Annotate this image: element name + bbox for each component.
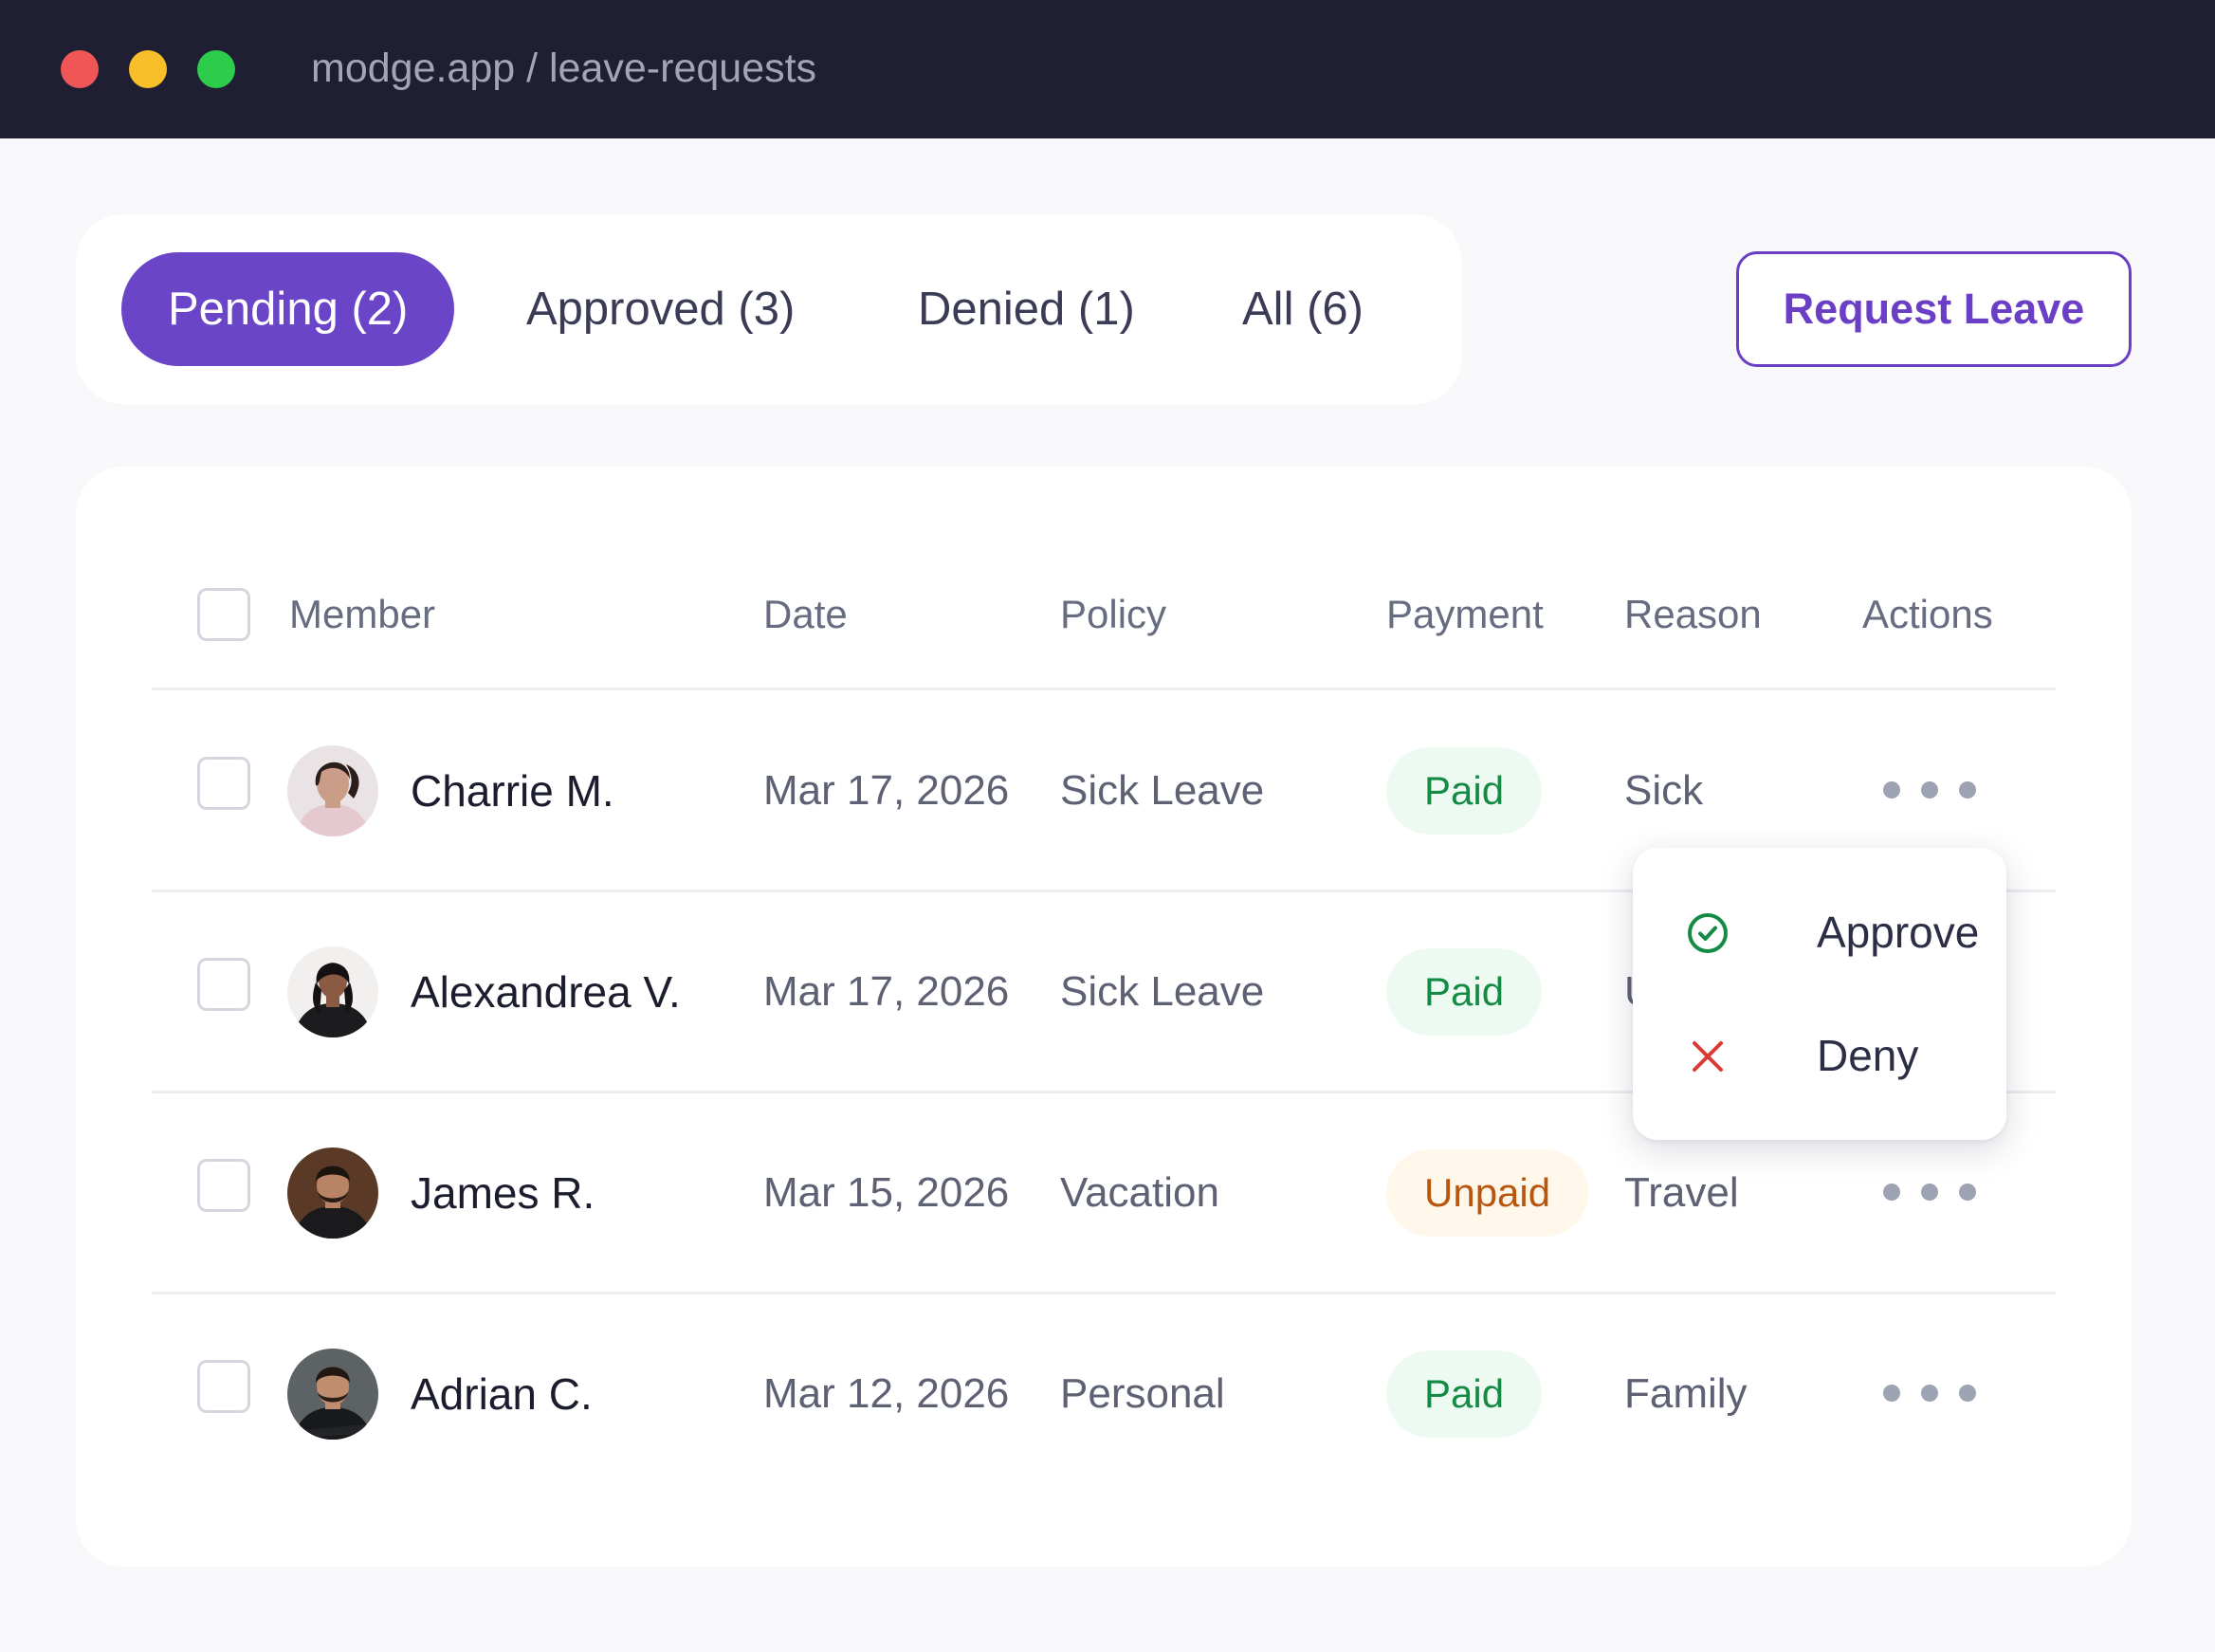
more-dot-icon bbox=[1883, 1385, 1900, 1402]
row-checkbox[interactable] bbox=[197, 958, 250, 1011]
row-actions-button[interactable] bbox=[1883, 1373, 1978, 1411]
tab-denied[interactable]: Denied (1) bbox=[918, 252, 1135, 366]
member-name: Alexandrea V. bbox=[411, 967, 681, 1017]
member-name: Adrian C. bbox=[411, 1369, 593, 1419]
row-checkbox[interactable] bbox=[197, 1360, 250, 1413]
more-dot-icon bbox=[1921, 781, 1938, 798]
status-tabs: Pending (2) Approved (3) Denied (1) All … bbox=[76, 214, 1462, 404]
browser-titlebar: modge.app / leave-requests bbox=[0, 0, 2215, 138]
maximize-window-button[interactable] bbox=[197, 50, 235, 88]
column-header-date[interactable]: Date bbox=[763, 590, 848, 639]
more-dot-icon bbox=[1883, 781, 1900, 798]
leave-policy: Sick Leave bbox=[1060, 767, 1265, 814]
minimize-window-button[interactable] bbox=[129, 50, 167, 88]
deny-label: Deny bbox=[1817, 1031, 1919, 1080]
leave-reason: Sick bbox=[1624, 767, 1704, 814]
request-leave-button[interactable]: Request Leave bbox=[1736, 251, 2132, 367]
payment-badge: Paid bbox=[1386, 1350, 1543, 1438]
leave-date: Mar 17, 2026 bbox=[763, 767, 1010, 814]
leave-reason: Family bbox=[1624, 1370, 1748, 1417]
address-url[interactable]: modge.app / leave-requests bbox=[311, 44, 816, 93]
column-header-member[interactable]: Member bbox=[289, 590, 435, 639]
more-dot-icon bbox=[1921, 1385, 1938, 1402]
payment-badge: Paid bbox=[1386, 948, 1543, 1036]
tab-approved[interactable]: Approved (3) bbox=[526, 252, 795, 366]
more-dot-icon bbox=[1959, 1385, 1976, 1402]
leave-reason: Travel bbox=[1624, 1169, 1739, 1216]
x-icon bbox=[1686, 1035, 1730, 1078]
leave-date: Mar 17, 2026 bbox=[763, 968, 1010, 1015]
row-actions-button[interactable] bbox=[1883, 1172, 1978, 1210]
more-dot-icon bbox=[1921, 1184, 1938, 1201]
leave-policy: Sick Leave bbox=[1060, 968, 1265, 1015]
row-checkbox[interactable] bbox=[197, 1159, 250, 1212]
table-row[interactable]: Adrian C. Mar 12, 2026 Personal Paid Fam… bbox=[76, 1294, 2132, 1495]
member-name: James R. bbox=[411, 1168, 595, 1218]
row-actions-button[interactable] bbox=[1883, 770, 1978, 808]
deny-menu-item[interactable]: Deny bbox=[1686, 1022, 1989, 1089]
avatar bbox=[287, 946, 378, 1037]
avatar bbox=[287, 745, 378, 836]
close-window-button[interactable] bbox=[61, 50, 99, 88]
member-name: Charrie M. bbox=[411, 766, 614, 816]
leave-policy: Personal bbox=[1060, 1370, 1225, 1417]
approve-label: Approve bbox=[1817, 908, 1980, 957]
more-dot-icon bbox=[1959, 781, 1976, 798]
avatar bbox=[287, 1349, 378, 1440]
more-dot-icon bbox=[1959, 1184, 1976, 1201]
leave-date: Mar 12, 2026 bbox=[763, 1370, 1010, 1417]
payment-badge: Paid bbox=[1386, 747, 1543, 835]
tab-pending[interactable]: Pending (2) bbox=[121, 252, 455, 366]
row-actions-menu: Approve Deny bbox=[1633, 848, 2006, 1140]
approve-menu-item[interactable]: Approve bbox=[1686, 899, 1989, 965]
more-dot-icon bbox=[1883, 1184, 1900, 1201]
leave-date: Mar 15, 2026 bbox=[763, 1169, 1010, 1216]
select-all-checkbox[interactable] bbox=[197, 588, 250, 641]
check-circle-icon bbox=[1686, 911, 1730, 955]
tab-all[interactable]: All (6) bbox=[1242, 252, 1364, 366]
avatar bbox=[287, 1147, 378, 1239]
column-header-payment[interactable]: Payment bbox=[1386, 590, 1544, 639]
payment-badge: Unpaid bbox=[1386, 1149, 1589, 1237]
leave-policy: Vacation bbox=[1060, 1169, 1219, 1216]
row-checkbox[interactable] bbox=[197, 757, 250, 810]
column-header-policy[interactable]: Policy bbox=[1060, 590, 1166, 639]
column-header-reason: Reason bbox=[1624, 592, 1762, 636]
column-header-actions: Actions bbox=[1862, 592, 1993, 636]
